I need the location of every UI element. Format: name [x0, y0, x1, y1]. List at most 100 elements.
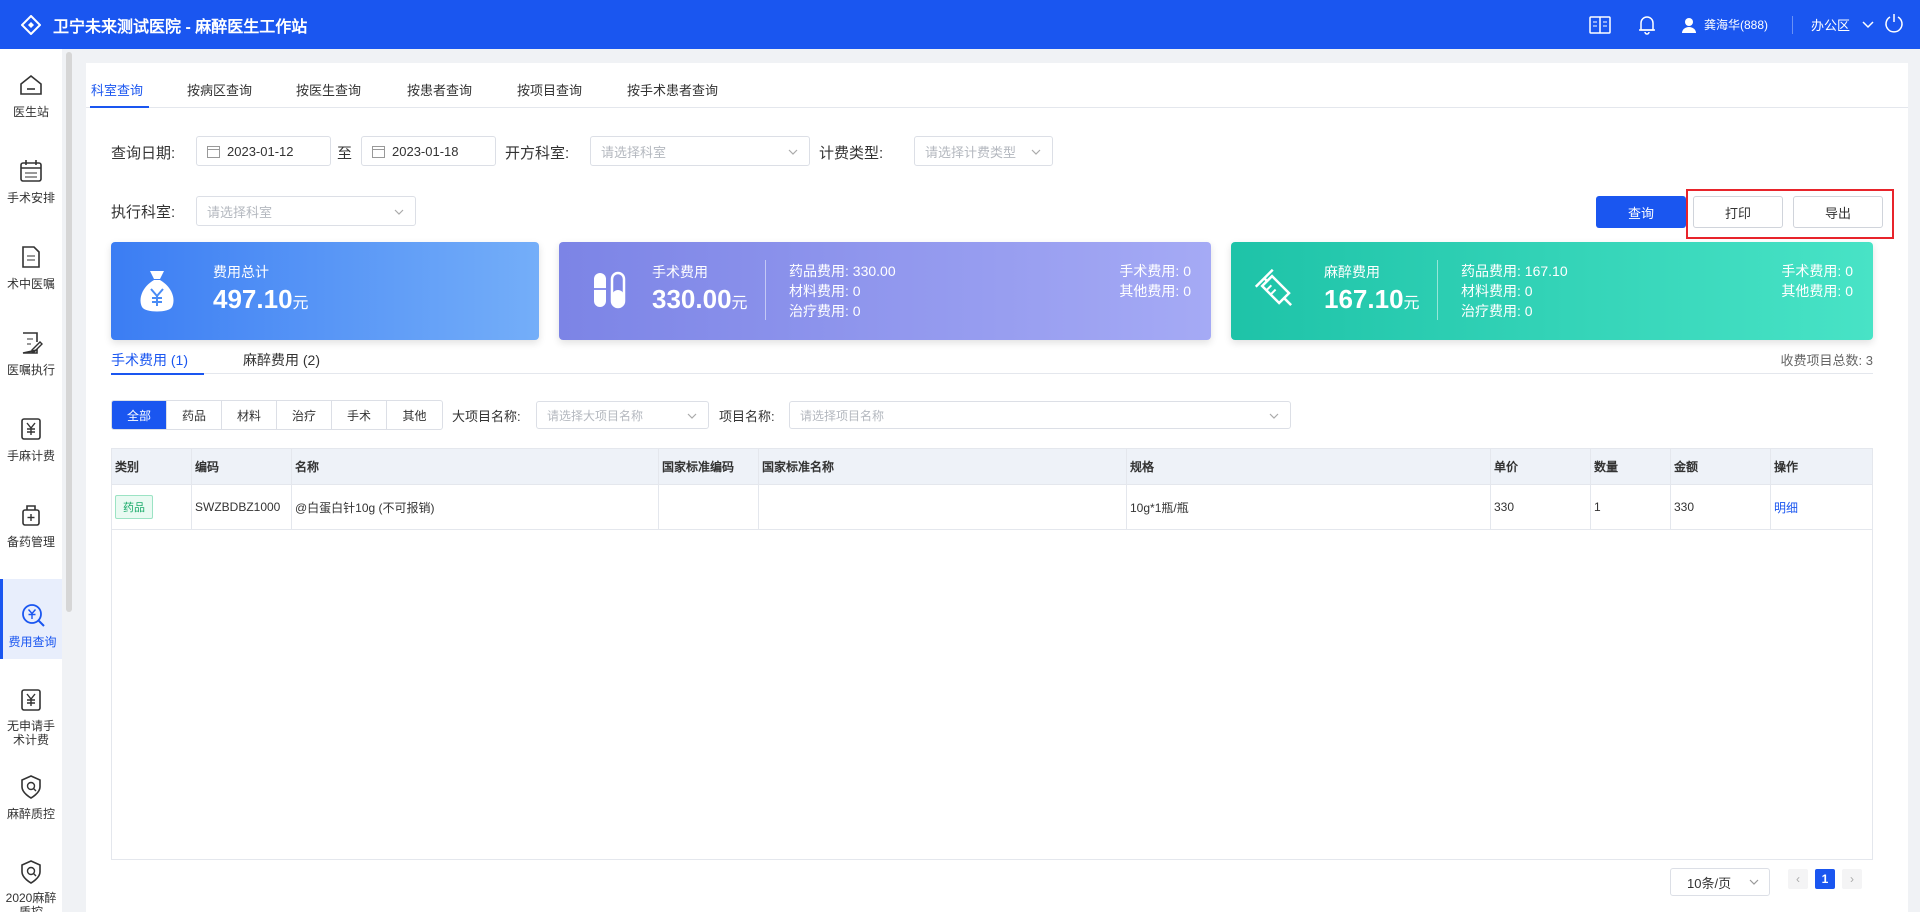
user-name: 龚海华(888) — [1703, 18, 1768, 32]
page-number-button[interactable]: 1 — [1815, 869, 1835, 889]
segment-material[interactable]: 材料 — [222, 401, 277, 429]
sidebar-item-unrequested-billing[interactable]: 无申请手术计费 — [0, 665, 62, 747]
sidebar-scrollbar[interactable] — [66, 52, 72, 612]
table-row[interactable]: 药品 SWZBDBZ1000 @白蛋白针10g (不可报销) 10g*1瓶/瓶 … — [112, 485, 1872, 530]
top-bar: 卫宁未来测试医院 - 麻醉医生工作站 龚海华(888) 办公区 — [0, 0, 1920, 49]
col-code: 编码 — [192, 449, 292, 484]
print-button[interactable]: 打印 — [1693, 196, 1783, 228]
sidebar-item-drug-prep[interactable]: 备药管理 — [0, 479, 62, 559]
exec-dept-select[interactable]: 请选择科室 — [196, 196, 416, 226]
tab-item-query[interactable]: 按项目查询 — [517, 80, 582, 99]
table-header: 类别 编码 名称 国家标准编码 国家标准名称 规格 单价 数量 金额 操作 — [112, 449, 1872, 485]
user-menu[interactable]: 龚海华(888) — [1681, 16, 1768, 33]
date-label: 查询日期: — [111, 145, 176, 162]
fee-type-label: 计费类型: — [819, 145, 884, 162]
bell-icon[interactable] — [1635, 13, 1659, 37]
query-button[interactable]: 查询 — [1596, 196, 1686, 228]
detail-link[interactable]: 明细 — [1774, 499, 1798, 516]
office-selector[interactable]: 办公区 — [1811, 15, 1850, 34]
col-qty: 数量 — [1591, 449, 1671, 484]
sidebar-item-2020-qc[interactable]: 2020麻醉质控 — [0, 837, 62, 912]
sidebar: 医生站 手术安排 术中医嘱 医嘱执行 手麻计费 备药管理 费用查询 无申请手术计… — [0, 49, 62, 912]
sidebar-item-order-execution[interactable]: 医嘱执行 — [0, 307, 62, 387]
category-segment: 全部 药品 材料 治疗 手术 其他 — [111, 400, 443, 430]
fee-type-select[interactable]: 请选择计费类型 — [914, 136, 1053, 166]
cell-category: 药品 — [112, 485, 192, 529]
big-item-select[interactable]: 请选择大项目名称 — [536, 401, 709, 429]
item-label: 项目名称: — [719, 409, 775, 424]
next-page-button[interactable]: › — [1842, 869, 1862, 889]
card-breakdown-right: 手术费用: 0 其他费用: 0 — [1119, 263, 1191, 299]
chevron-down-icon — [1269, 413, 1279, 419]
subtab-active-indicator — [111, 373, 204, 375]
segment-other[interactable]: 其他 — [387, 401, 442, 429]
money-bag-icon — [133, 267, 181, 315]
tab-surgery-patient-query[interactable]: 按手术患者查询 — [627, 80, 718, 99]
dept-label: 开方科室: — [505, 145, 570, 162]
sidebar-item-label: 术中医嘱 — [6, 277, 55, 291]
tab-doctor-query[interactable]: 按医生查询 — [296, 80, 361, 99]
fee-subtabs: 手术费用 (1) 麻醉费用 (2) 收费项目总数: 3 — [111, 350, 1873, 375]
sidebar-item-intraop-orders[interactable]: 术中医嘱 — [0, 221, 62, 301]
tab-dept-query[interactable]: 科室查询 — [91, 80, 143, 99]
card-divider — [765, 260, 766, 320]
cell-amount: 330 — [1671, 485, 1771, 529]
sidebar-item-fee-query[interactable]: 费用查询 — [0, 579, 62, 659]
dept-placeholder: 请选择科室 — [601, 144, 667, 160]
dept-select[interactable]: 请选择科室 — [590, 136, 810, 166]
power-icon[interactable] — [1884, 13, 1904, 36]
sidebar-item-label: 手术安排 — [6, 191, 55, 205]
segment-drug[interactable]: 药品 — [167, 401, 222, 429]
main-panel: 科室查询 按病区查询 按医生查询 按患者查询 按项目查询 按手术患者查询 查询日… — [86, 63, 1908, 912]
shield-icon — [17, 773, 45, 801]
item-select[interactable]: 请选择项目名称 — [789, 401, 1291, 429]
tab-patient-query[interactable]: 按患者查询 — [407, 80, 472, 99]
date-to-separator: 至 — [337, 145, 353, 162]
date-to-value: 2023-01-18 — [392, 143, 459, 159]
sidebar-item-label: 医生站 — [12, 105, 49, 119]
syringe-icon — [1253, 267, 1301, 315]
sidebar-item-surgery-schedule[interactable]: 手术安排 — [0, 135, 62, 215]
prev-page-button[interactable]: ‹ — [1788, 869, 1808, 889]
card-value: 167.10元 — [1324, 284, 1420, 314]
logo-icon — [21, 14, 41, 35]
pill-icon — [586, 267, 634, 315]
export-button[interactable]: 导出 — [1793, 196, 1883, 228]
card-title: 费用总计 — [213, 264, 269, 280]
anesthesia-fee-card: 麻醉费用 167.10元 药品费用: 167.10 材料费用: 0 治疗费用: 0 … — [1231, 242, 1873, 340]
cell-name: @白蛋白针10g (不可报销) — [292, 485, 659, 529]
chevron-down-icon[interactable] — [1862, 20, 1874, 29]
card-title: 麻醉费用 — [1324, 264, 1380, 280]
sidebar-item-anesthesia-qc[interactable]: 麻醉质控 — [0, 751, 62, 831]
cell-action: 明细 — [1771, 485, 1872, 529]
subtab-surgery-fees[interactable]: 手术费用 (1) — [111, 350, 188, 370]
category-badge: 药品 — [115, 495, 153, 519]
header-divider — [1791, 15, 1793, 34]
col-category: 类别 — [112, 449, 192, 484]
book-icon[interactable] — [1588, 13, 1612, 37]
card-breakdown-right: 手术费用: 0 其他费用: 0 — [1781, 263, 1853, 299]
segment-treatment[interactable]: 治疗 — [277, 401, 332, 429]
tab-ward-query[interactable]: 按病区查询 — [187, 80, 252, 99]
subtab-anesthesia-fees[interactable]: 麻醉费用 (2) — [243, 350, 320, 370]
col-std-code: 国家标准编码 — [659, 449, 759, 484]
cell-std-code — [659, 485, 759, 529]
page-size-select[interactable]: 10条/页 — [1670, 868, 1770, 896]
date-from-input[interactable]: 2023-01-12 — [196, 136, 331, 166]
chevron-down-icon — [394, 209, 404, 215]
segment-surgery[interactable]: 手术 — [332, 401, 387, 429]
yuan-icon — [17, 687, 45, 713]
query-tabs: 科室查询 按病区查询 按医生查询 按患者查询 按项目查询 按手术患者查询 — [86, 63, 1908, 108]
sidebar-item-anesthesia-billing[interactable]: 手麻计费 — [0, 393, 62, 473]
app-title: 卫宁未来测试医院 - 麻醉医生工作站 — [53, 18, 308, 36]
date-to-input[interactable]: 2023-01-18 — [361, 136, 496, 166]
cell-std-name — [759, 485, 1127, 529]
cell-qty: 1 — [1591, 485, 1671, 529]
segment-all[interactable]: 全部 — [112, 401, 167, 429]
medicine-bag-icon — [17, 501, 45, 529]
shield-icon — [17, 859, 45, 885]
big-item-label: 大项目名称: — [452, 409, 521, 424]
card-breakdown-left: 药品费用: 330.00 材料费用: 0 治疗费用: 0 — [789, 263, 896, 319]
page-size-value: 10条/页 — [1687, 875, 1732, 891]
sidebar-item-doctor-station[interactable]: 医生站 — [0, 49, 62, 129]
